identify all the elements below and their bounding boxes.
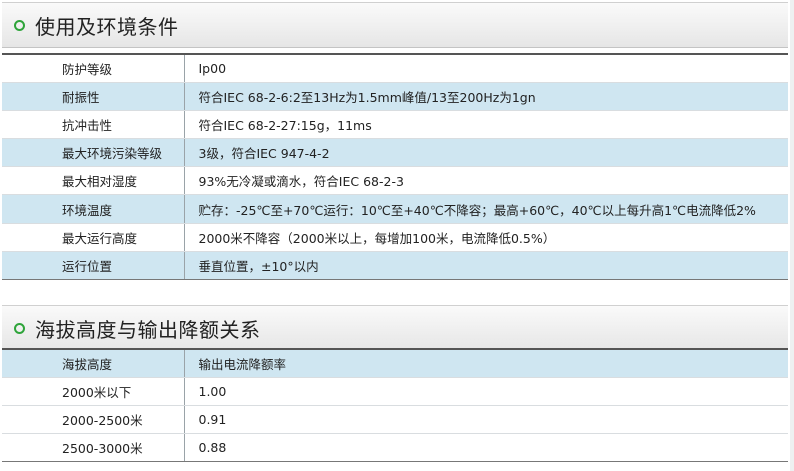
table-row: 最大相对湿度 93%无冷凝或滴水，符合IEC 68-2-3 bbox=[2, 166, 788, 196]
row-value: Ip00 bbox=[184, 52, 788, 83]
row-value: 符合IEC 68-2-6:2至13Hz为1.5mm峰值/13至200Hz为1gn bbox=[184, 82, 788, 111]
table-row: 耐振性 符合IEC 68-2-6:2至13Hz为1.5mm峰值/13至200Hz… bbox=[2, 82, 788, 111]
row-key: 耐振性 bbox=[2, 82, 185, 111]
row-key: 防护等级 bbox=[2, 52, 185, 83]
table-header-row: 海拔高度 输出电流降额率 bbox=[2, 347, 788, 378]
row-value: 垂直位置，±10°以内 bbox=[184, 251, 788, 281]
row-key: 抗冲击性 bbox=[2, 110, 185, 140]
section-title: 海拔高度与输出降额关系 bbox=[35, 317, 261, 342]
table-row: 防护等级 Ip00 bbox=[2, 52, 788, 83]
section-header-usage-conditions: 使用及环境条件 bbox=[2, 2, 788, 48]
row-key: 环境温度 bbox=[2, 194, 185, 224]
section-header-altitude-derating: 海拔高度与输出降额关系 bbox=[2, 305, 788, 351]
row-value: 贮存：-25℃至+70℃运行：10℃至+40℃不降容；最高+60℃，40℃以上每… bbox=[184, 194, 788, 224]
altitude-derating-table: 海拔高度 输出电流降额率 2000米以下 1.00 2000-2500米 0.9… bbox=[2, 347, 788, 463]
table-row: 最大环境污染等级 3级，符合IEC 947-4-2 bbox=[2, 138, 788, 168]
row-value: 0.91 bbox=[184, 405, 788, 435]
table-row: 最大运行高度 2000米不降容（2000米以上，每增加100米，电流降低0.5%… bbox=[2, 223, 788, 252]
row-key: 2000米以下 bbox=[2, 377, 185, 406]
row-value: 93%无冷凝或滴水，符合IEC 68-2-3 bbox=[184, 166, 788, 196]
row-value: 2000米不降容（2000米以上，每增加100米，电流降低0.5%） bbox=[184, 223, 788, 252]
row-value: 1.00 bbox=[184, 377, 788, 406]
row-key: 运行位置 bbox=[2, 251, 185, 281]
row-key: 2500-3000米 bbox=[2, 433, 185, 463]
table-row: 2500-3000米 0.88 bbox=[2, 433, 788, 463]
row-key: 2000-2500米 bbox=[2, 405, 185, 435]
page-edge bbox=[790, 0, 794, 471]
row-value: 3级，符合IEC 947-4-2 bbox=[184, 138, 788, 168]
column-header-altitude: 海拔高度 bbox=[2, 347, 185, 378]
bullet-circle-icon bbox=[14, 322, 25, 334]
row-value: 符合IEC 68-2-27:15g，11ms bbox=[184, 110, 788, 140]
table-row: 抗冲击性 符合IEC 68-2-27:15g，11ms bbox=[2, 110, 788, 140]
row-value: 0.88 bbox=[184, 433, 788, 463]
row-key: 最大环境污染等级 bbox=[2, 138, 185, 168]
bullet-circle-icon bbox=[14, 19, 25, 31]
table-row: 运行位置 垂直位置，±10°以内 bbox=[2, 251, 788, 281]
table-row: 环境温度 贮存：-25℃至+70℃运行：10℃至+40℃不降容；最高+60℃，4… bbox=[2, 194, 788, 224]
usage-conditions-table: 防护等级 Ip00 耐振性 符合IEC 68-2-6:2至13Hz为1.5mm峰… bbox=[2, 52, 788, 281]
row-key: 最大运行高度 bbox=[2, 223, 185, 252]
section-title: 使用及环境条件 bbox=[35, 14, 179, 39]
table-row: 2000-2500米 0.91 bbox=[2, 405, 788, 435]
table-row: 2000米以下 1.00 bbox=[2, 377, 788, 406]
row-key: 最大相对湿度 bbox=[2, 166, 185, 196]
column-header-derating: 输出电流降额率 bbox=[184, 347, 788, 378]
